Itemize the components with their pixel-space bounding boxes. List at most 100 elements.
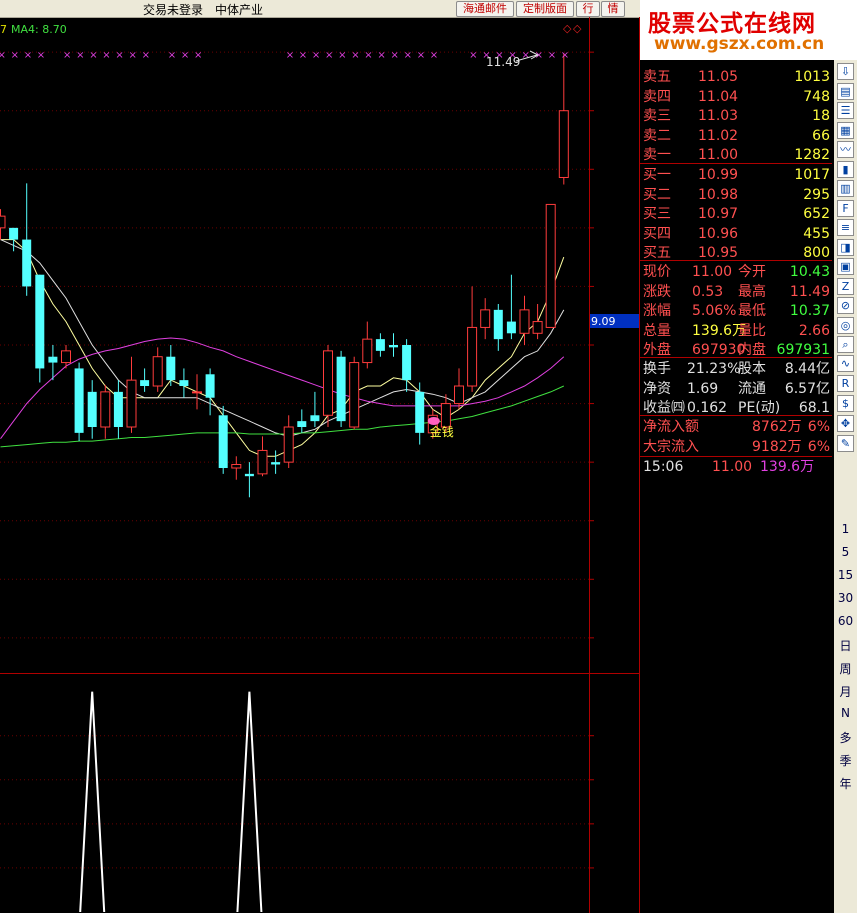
candle-body bbox=[140, 380, 150, 386]
book-icon[interactable]: ≡ bbox=[837, 219, 854, 236]
candle bbox=[362, 321, 373, 369]
fund-value: 1.69 bbox=[687, 380, 719, 397]
period-button[interactable]: N bbox=[834, 706, 857, 720]
doc-icon[interactable]: ▤ bbox=[837, 82, 854, 100]
candle-body bbox=[519, 309, 530, 334]
period-button[interactable]: 多 bbox=[834, 729, 857, 746]
period-button[interactable]: 季 bbox=[834, 752, 857, 769]
diamond-icon[interactable]: ◇ bbox=[563, 22, 572, 35]
tick-row[interactable]: 15:06 11.00 139.6万 bbox=[640, 458, 832, 477]
oscillator-spike bbox=[79, 691, 106, 913]
pen-icon[interactable]: ✎ bbox=[837, 435, 854, 452]
period-button[interactable]: 周 bbox=[834, 660, 857, 677]
flow-label: 净流入额 bbox=[643, 419, 699, 435]
candle bbox=[35, 274, 45, 383]
candle bbox=[467, 286, 478, 392]
list-icon[interactable]: ☰ bbox=[837, 102, 854, 119]
candle-body bbox=[257, 449, 268, 475]
wave-icon[interactable]: ∿ bbox=[837, 355, 854, 372]
stat-value: 0.53 bbox=[692, 283, 724, 300]
f10-icon[interactable]: ◨ bbox=[837, 238, 854, 256]
diamond-icon-2[interactable]: ◇ bbox=[573, 22, 582, 35]
compass-icon[interactable]: ◎ bbox=[837, 316, 854, 334]
menu-trade-status[interactable]: 交易未登录 bbox=[143, 1, 203, 18]
stat-row[interactable]: 总量 139.6万 量比 2.66 bbox=[640, 322, 832, 341]
arrow-down-icon[interactable]: ⇩ bbox=[837, 63, 854, 80]
period-button[interactable]: 30 bbox=[834, 591, 857, 605]
dollar-icon[interactable]: $ bbox=[837, 395, 854, 412]
quote-separator bbox=[640, 456, 832, 457]
top-marker: × bbox=[312, 50, 320, 61]
flow-row[interactable]: 大宗流入 9182万 6% bbox=[640, 438, 832, 457]
candle bbox=[140, 368, 150, 392]
candle bbox=[22, 183, 32, 296]
fiz-icon[interactable]: Z bbox=[837, 277, 854, 295]
fund-label: 净资 bbox=[643, 380, 671, 397]
buy-row[interactable]: 买四 10.96 455 bbox=[640, 225, 832, 244]
mail-button[interactable]: 海通邮件 bbox=[456, 1, 514, 17]
candle bbox=[323, 345, 333, 427]
sell-row[interactable]: 卖四 11.04 748 bbox=[640, 88, 832, 107]
period-button[interactable]: 月 bbox=[834, 683, 857, 700]
candle bbox=[179, 368, 189, 398]
info-button[interactable]: 情 bbox=[601, 1, 625, 17]
buy-row[interactable]: 买一 10.99 1017 bbox=[640, 166, 832, 185]
candle bbox=[558, 53, 569, 185]
period-button[interactable]: 60 bbox=[834, 614, 857, 628]
rsi-icon[interactable]: R bbox=[837, 375, 854, 392]
buy-row[interactable]: 买三 10.97 652 bbox=[640, 205, 832, 224]
period-button[interactable]: 5 bbox=[834, 545, 857, 559]
buy-volume: 295 bbox=[803, 186, 830, 203]
sell-row[interactable]: 卖五 11.05 1013 bbox=[640, 68, 832, 87]
f5-icon[interactable]: ⊘ bbox=[837, 297, 854, 314]
candle-body bbox=[0, 215, 6, 229]
candle-body bbox=[192, 391, 202, 394]
menu-stock-name[interactable]: 中体产业 bbox=[215, 1, 263, 18]
flow-value: 8762万 bbox=[752, 419, 802, 435]
fin-icon[interactable]: F bbox=[837, 199, 854, 217]
ma-line-ma10 bbox=[0, 239, 565, 437]
stat-label: 现价 bbox=[643, 264, 671, 280]
sell-row[interactable]: 卖二 11.02 66 bbox=[640, 127, 832, 146]
candle-body bbox=[323, 350, 333, 416]
candle-body bbox=[297, 421, 307, 427]
top-marker: × bbox=[89, 50, 97, 61]
custom-layout-button[interactable]: 定制版面 bbox=[516, 1, 574, 17]
period-button[interactable]: 15 bbox=[834, 568, 857, 582]
oscillator-spike bbox=[236, 691, 263, 913]
candlestick-chart[interactable]: × × × × × × × × × × × × × × × × × × × × × × × × × × × × × × × × × × 7 MA4… bbox=[0, 17, 640, 913]
sell-row[interactable]: 卖三 11.03 18 bbox=[640, 107, 832, 126]
buy-row[interactable]: 买二 10.98 295 bbox=[640, 186, 832, 205]
top-marker: × bbox=[351, 50, 359, 61]
candle-body bbox=[336, 356, 346, 422]
sell-volume: 18 bbox=[812, 108, 830, 124]
candle-body bbox=[205, 374, 215, 398]
indicator-left-label: 7 bbox=[0, 23, 7, 36]
fund-row[interactable]: 换手 21.23% 股本 8.44亿 bbox=[640, 360, 832, 379]
candle bbox=[506, 274, 516, 340]
search-icon[interactable]: ⌕ bbox=[837, 336, 854, 353]
sell-label: 卖五 bbox=[643, 69, 671, 85]
period-button[interactable]: 年 bbox=[834, 775, 857, 792]
stat-value: 11.00 bbox=[692, 264, 733, 280]
fund-row[interactable]: 净资 1.69 流通 6.57亿 bbox=[640, 380, 832, 399]
move-icon[interactable]: ✥ bbox=[837, 415, 854, 432]
buy-price: 10.99 bbox=[698, 167, 739, 183]
period-button[interactable]: 日 bbox=[834, 637, 857, 654]
line-chart-icon[interactable]: 〰 bbox=[837, 141, 854, 158]
stat-row[interactable]: 涨跌 0.53 最高 11.49 bbox=[640, 283, 832, 302]
flow-row[interactable]: 净流入额 8762万 6% bbox=[640, 418, 832, 437]
quote-button[interactable]: 行 bbox=[576, 1, 600, 17]
stat-row[interactable]: 涨幅 5.06% 最低 10.37 bbox=[640, 302, 832, 321]
candle bbox=[519, 295, 530, 345]
period-button[interactable]: 1 bbox=[834, 522, 857, 536]
sell-volume: 748 bbox=[803, 88, 830, 105]
watermark-url: www.gszx.com.cn bbox=[654, 34, 825, 54]
stat-row[interactable]: 现价 11.00 今开 10.43 bbox=[640, 263, 832, 282]
doc2-icon[interactable]: ▦ bbox=[837, 121, 854, 139]
grid-icon[interactable]: ▥ bbox=[837, 180, 854, 197]
candle-icon[interactable]: ▮ bbox=[837, 160, 854, 178]
top-marker: × bbox=[391, 50, 399, 61]
info-icon[interactable]: ▣ bbox=[837, 258, 854, 275]
candle bbox=[166, 345, 176, 386]
